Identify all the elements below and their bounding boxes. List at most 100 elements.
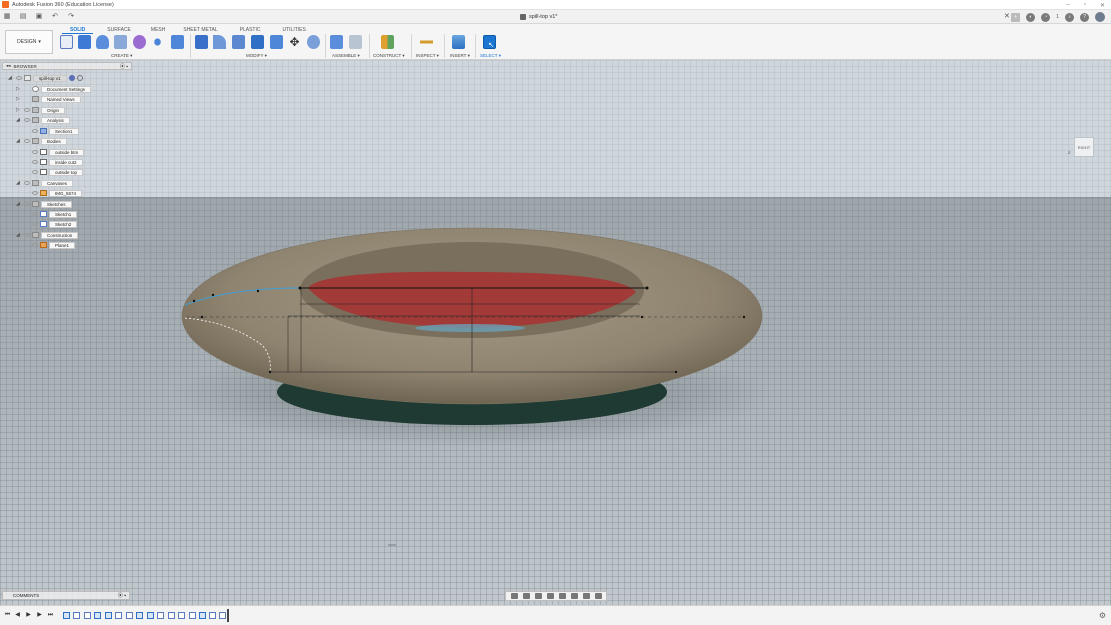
- browser-item-document-settings[interactable]: ▷ Document Settings: [16, 85, 92, 93]
- browser-item-origin[interactable]: ▷ Origin: [16, 106, 66, 114]
- sketch-point[interactable]: [298, 286, 302, 290]
- timeline-feature[interactable]: [147, 612, 154, 619]
- sketch-point[interactable]: [640, 315, 644, 319]
- move-icon[interactable]: ✥: [288, 35, 301, 49]
- visibility-eye-icon[interactable]: [32, 243, 38, 247]
- go-to-end-icon[interactable]: ⏭: [47, 612, 54, 619]
- browser-item-inside-cut2[interactable]: inside cut2: [32, 158, 83, 166]
- save-icon[interactable]: ▣: [35, 13, 43, 21]
- grid-settings-icon[interactable]: [582, 593, 590, 599]
- zoom-window-icon[interactable]: [558, 593, 566, 599]
- extrude-icon[interactable]: [78, 35, 91, 49]
- browser-item-construction[interactable]: ◢ Construction: [16, 231, 79, 239]
- new-tab-icon[interactable]: +: [1011, 12, 1021, 22]
- workspace-switcher[interactable]: DESIGN ▾: [5, 30, 53, 54]
- visibility-eye-icon[interactable]: [24, 118, 30, 122]
- expand-arrow-icon[interactable]: ▷: [16, 107, 21, 113]
- browser-item-analysis[interactable]: ◢ Analysis: [16, 116, 70, 124]
- construct-menu[interactable]: CONSTRUCT ▾: [373, 53, 405, 59]
- expand-arrow-icon[interactable]: ◢: [16, 201, 21, 207]
- assemble-menu[interactable]: ASSEMBLE ▾: [332, 53, 360, 59]
- form-icon[interactable]: [133, 35, 146, 49]
- visibility-eye-icon[interactable]: [24, 108, 30, 112]
- job-status-icon[interactable]: ◔: [1041, 12, 1051, 22]
- fillet-icon[interactable]: [213, 35, 226, 49]
- go-to-start-icon[interactable]: ⏮: [4, 612, 11, 619]
- timeline-feature[interactable]: [105, 612, 112, 619]
- timeline-feature[interactable]: [115, 612, 122, 619]
- timeline-marker[interactable]: [227, 609, 229, 622]
- tab-mesh[interactable]: MESH: [143, 26, 173, 34]
- sketch-point[interactable]: [268, 370, 272, 374]
- timeline-feature[interactable]: [209, 612, 216, 619]
- data-panel-grid-icon[interactable]: ▦: [3, 13, 11, 21]
- measure-icon[interactable]: [420, 35, 433, 49]
- browser-item-named-views[interactable]: ▷ Named Views: [16, 95, 81, 103]
- timeline-feature[interactable]: [136, 612, 143, 619]
- pattern-icon[interactable]: [151, 35, 164, 49]
- sketch-point[interactable]: [200, 315, 204, 319]
- display-settings-icon[interactable]: [570, 593, 578, 599]
- expand-arrow-icon[interactable]: ◢: [16, 232, 21, 238]
- visibility-eye-icon[interactable]: [24, 233, 30, 237]
- browser-item-sketch1[interactable]: Sketch1: [32, 210, 78, 218]
- notifications-icon[interactable]: ♪: [1065, 12, 1074, 22]
- comments-add-icon[interactable]: ⦿ ▪: [118, 592, 126, 599]
- activate-radio-icon[interactable]: [76, 75, 83, 81]
- tab-sheet-metal[interactable]: SHEET METAL: [175, 26, 225, 34]
- step-forward-icon[interactable]: ▶: [36, 612, 43, 619]
- tab-solid[interactable]: SOLID: [62, 26, 94, 34]
- chamfer-icon[interactable]: [232, 35, 245, 49]
- create-sketch-icon[interactable]: [60, 35, 73, 49]
- tab-utilities[interactable]: UTILITIES: [274, 26, 313, 34]
- browser-item-sketches[interactable]: ◢ Sketches: [16, 200, 72, 208]
- visibility-eye-icon[interactable]: [24, 139, 30, 143]
- sketch-point[interactable]: [256, 289, 260, 293]
- look-at-icon[interactable]: [522, 593, 530, 599]
- user-avatar[interactable]: [1095, 12, 1105, 22]
- insert-menu[interactable]: INSERT ▾: [450, 53, 470, 59]
- expand-arrow-icon[interactable]: ▷: [16, 86, 21, 92]
- split-body-icon[interactable]: [307, 35, 320, 49]
- timeline-settings-gear-icon[interactable]: ⚙: [1099, 611, 1106, 620]
- revolve-icon[interactable]: [96, 35, 109, 49]
- shell-icon[interactable]: [251, 35, 264, 49]
- close-window-icon[interactable]: ✕: [1100, 2, 1105, 9]
- browser-item-section1[interactable]: Section1: [32, 127, 79, 135]
- visibility-eye-icon[interactable]: [32, 191, 38, 195]
- browser-header[interactable]: ◂◂ BROWSER ⦿ ▪: [2, 62, 132, 70]
- expand-arrow-icon[interactable]: ◢: [8, 75, 13, 81]
- timeline-feature[interactable]: [84, 612, 91, 619]
- pan-icon[interactable]: [534, 593, 542, 599]
- modify-menu[interactable]: MODIFY ▾: [246, 53, 267, 59]
- visibility-eye-icon[interactable]: [24, 181, 30, 185]
- browser-item-canvases[interactable]: ◢ Canvases: [16, 179, 74, 187]
- model-view[interactable]: [0, 60, 1111, 605]
- viewports-icon[interactable]: [594, 593, 602, 599]
- visibility-eye-icon[interactable]: [32, 212, 38, 216]
- sketch-point[interactable]: [211, 293, 215, 297]
- comments-panel[interactable]: COMMENTS ⦿ ▪: [2, 591, 130, 600]
- browser-item-bodies[interactable]: ◢ Bodies: [16, 137, 67, 145]
- expand-arrow-icon[interactable]: ◢: [16, 180, 21, 186]
- sweep-icon[interactable]: [114, 35, 127, 49]
- joint-icon[interactable]: [349, 35, 362, 49]
- box-icon[interactable]: [171, 35, 184, 49]
- file-menu-icon[interactable]: ▤: [19, 13, 27, 21]
- new-component-icon[interactable]: [330, 35, 343, 49]
- expand-arrow-icon[interactable]: ▷: [16, 96, 21, 102]
- browser-item-outside-top[interactable]: outside top: [32, 168, 84, 176]
- visibility-eye-icon[interactable]: [32, 222, 38, 226]
- view-cube-face[interactable]: RIGHT: [1074, 137, 1094, 157]
- sketch-point[interactable]: [192, 299, 196, 303]
- expand-arrow-icon[interactable]: ◢: [16, 138, 21, 144]
- insert-image-icon[interactable]: [452, 35, 465, 49]
- minimize-icon[interactable]: –: [1066, 2, 1069, 8]
- timeline-feature[interactable]: [157, 612, 164, 619]
- orbit-icon[interactable]: [510, 593, 518, 599]
- undo-icon[interactable]: ↶: [51, 13, 59, 21]
- maximize-icon[interactable]: ▫: [1084, 2, 1086, 8]
- inspect-menu[interactable]: INSPECT ▾: [416, 53, 439, 59]
- extensions-icon[interactable]: ◐: [1026, 12, 1036, 22]
- step-back-icon[interactable]: ◀: [14, 612, 21, 619]
